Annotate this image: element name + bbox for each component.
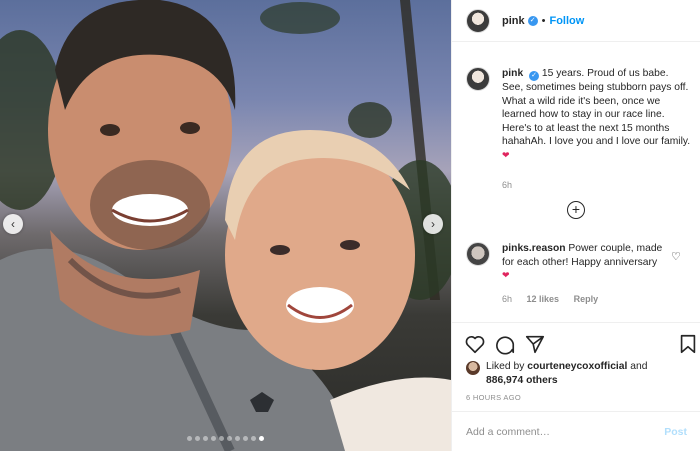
verified-badge-icon: ✓ [529, 71, 540, 81]
author-username[interactable]: pink [502, 15, 525, 27]
carousel-dot [227, 436, 232, 441]
follow-button[interactable]: Follow [549, 15, 584, 27]
photo-illustration [0, 0, 451, 451]
load-more-comments-button[interactable]: + [567, 201, 585, 219]
post-date[interactable]: 6 HOURS AGO [466, 393, 521, 402]
carousel-dot [259, 436, 264, 441]
liked-by-username[interactable]: courteneycoxofficial [527, 361, 627, 372]
heart-icon[interactable] [464, 333, 486, 355]
liked-by-prefix: Liked by [486, 361, 525, 372]
commenter-avatar[interactable] [466, 242, 490, 266]
caption-author-avatar[interactable] [466, 67, 490, 91]
heart-emoji-icon: ❤ [502, 149, 510, 160]
carousel-indicator [0, 436, 451, 441]
carousel-dot [251, 436, 256, 441]
post-caption: pink ✓ 15 years. Proud of us babe. See, … [466, 67, 692, 163]
next-slide-button[interactable]: › [423, 214, 443, 234]
carousel-dot [219, 436, 224, 441]
reply-button[interactable]: Reply [574, 294, 599, 304]
comment-icon[interactable] [494, 333, 516, 355]
share-icon[interactable] [524, 333, 546, 355]
others-count[interactable]: 886,974 others [486, 375, 558, 386]
liker-avatar[interactable] [466, 361, 480, 375]
header-separator: • [541, 14, 546, 27]
author-avatar[interactable] [466, 8, 490, 33]
commenter-username[interactable]: pinks.reason [502, 243, 566, 254]
carousel-dot [195, 436, 200, 441]
comment-meta: 6h 12 likes Reply [502, 294, 610, 304]
carousel-dot [187, 436, 192, 441]
heart-emoji-icon: ❤ [502, 270, 510, 281]
previous-slide-button[interactable]: ‹ [3, 214, 23, 234]
bookmark-icon[interactable] [677, 333, 699, 355]
carousel-dot [243, 436, 248, 441]
comment-input[interactable] [466, 425, 665, 438]
plus-circle-icon: + [571, 201, 581, 217]
carousel-dot [235, 436, 240, 441]
carousel-dot [203, 436, 208, 441]
liked-by-joiner: and [630, 361, 648, 372]
post-comment-button[interactable]: Post [664, 426, 687, 438]
like-comment-heart-icon[interactable]: ♡ [671, 250, 681, 263]
comment-timestamp[interactable]: 6h [502, 294, 512, 304]
post-photo[interactable]: ‹ › [0, 0, 451, 451]
comment-likes-count[interactable]: 12 likes [527, 294, 560, 304]
verified-badge-icon: ✓ [527, 15, 538, 26]
comment-item: pinks.reason Power couple, made for each… [466, 242, 692, 283]
post-sidebar: pink ✓ • Follow pink ✓ 15 years. Proud o… [451, 0, 700, 451]
caption-author-username[interactable]: pink [502, 68, 523, 79]
likes-summary: Liked by courteneycoxofficial and 886,97… [466, 360, 647, 387]
carousel-dot [211, 436, 216, 441]
post-header: pink ✓ • Follow [452, 0, 700, 42]
caption-timestamp[interactable]: 6h [502, 180, 512, 190]
comment-form: Post [452, 411, 700, 451]
